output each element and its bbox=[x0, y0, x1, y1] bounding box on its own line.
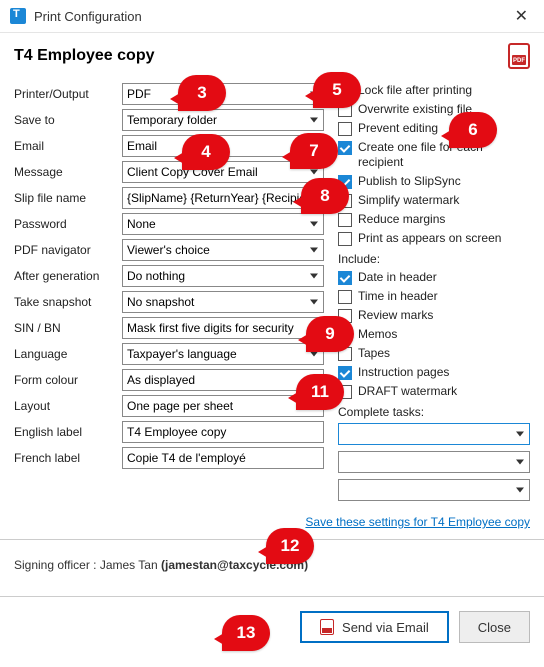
callout-6: 6 bbox=[449, 112, 497, 148]
french-label-input[interactable]: Copie T4 de l'employé bbox=[122, 447, 324, 469]
label-pdf-navigator: PDF navigator bbox=[14, 243, 122, 257]
english-label-input[interactable]: T4 Employee copy bbox=[122, 421, 324, 443]
label-one-per-recipient: Create one file for each recipient bbox=[358, 140, 530, 170]
label-email: Email bbox=[14, 139, 122, 153]
label-date-header: Date in header bbox=[358, 270, 437, 285]
label-french-label: French label bbox=[14, 451, 122, 465]
label-print-as-screen: Print as appears on screen bbox=[358, 231, 501, 246]
pdf-icon bbox=[320, 619, 334, 635]
pdf-navigator-select[interactable]: Viewer's choice bbox=[122, 239, 324, 261]
callout-12: 12 bbox=[266, 528, 314, 564]
after-generation-select[interactable]: Do nothing bbox=[122, 265, 324, 287]
save-settings-link[interactable]: Save these settings for T4 Employee copy bbox=[14, 515, 530, 529]
callout-5: 5 bbox=[313, 72, 361, 108]
window-title: Print Configuration bbox=[34, 9, 509, 24]
callout-9: 9 bbox=[306, 316, 354, 352]
label-reduce-margins: Reduce margins bbox=[358, 212, 445, 227]
label-layout: Layout bbox=[14, 399, 122, 413]
sin-bn-select[interactable]: Mask first five digits for security bbox=[122, 317, 324, 339]
label-language: Language bbox=[14, 347, 122, 361]
checkbox-one-per-recipient[interactable] bbox=[338, 141, 352, 155]
label-form-colour: Form colour bbox=[14, 373, 122, 387]
label-take-snapshot: Take snapshot bbox=[14, 295, 122, 309]
callout-13: 13 bbox=[222, 615, 270, 651]
label-message: Message bbox=[14, 165, 122, 179]
close-button[interactable]: Close bbox=[459, 611, 530, 643]
divider-2 bbox=[0, 596, 544, 597]
form-colour-select[interactable]: As displayed bbox=[122, 369, 324, 391]
label-after-generation: After generation bbox=[14, 269, 122, 283]
label-time-header: Time in header bbox=[358, 289, 438, 304]
label-draft-watermark: DRAFT watermark bbox=[358, 384, 457, 399]
label-prevent-editing: Prevent editing bbox=[358, 121, 438, 136]
checkbox-instruction-pages[interactable] bbox=[338, 366, 352, 380]
close-icon[interactable]: ✕ bbox=[509, 6, 534, 26]
label-publish-slipsync: Publish to SlipSync bbox=[358, 174, 461, 189]
send-via-email-button[interactable]: Send via Email bbox=[300, 611, 449, 643]
label-tapes: Tapes bbox=[358, 346, 390, 361]
language-select[interactable]: Taxpayer's language bbox=[122, 343, 324, 365]
checkbox-time-header[interactable] bbox=[338, 290, 352, 304]
callout-7: 7 bbox=[290, 133, 338, 169]
complete-task-select-3[interactable] bbox=[338, 479, 530, 501]
titlebar: Print Configuration ✕ bbox=[0, 0, 544, 33]
save-to-select[interactable]: Temporary folder bbox=[122, 109, 324, 131]
app-icon bbox=[10, 8, 26, 24]
page-title: T4 Employee copy bbox=[14, 47, 508, 65]
label-instruction-pages: Instruction pages bbox=[358, 365, 449, 380]
label-overwrite: Overwrite existing file bbox=[358, 102, 472, 117]
callout-3: 3 bbox=[178, 75, 226, 111]
label-lock-file: Lock file after printing bbox=[358, 83, 472, 98]
label-printer-output: Printer/Output bbox=[14, 87, 122, 101]
label-sin-bn: SIN / BN bbox=[14, 321, 122, 335]
take-snapshot-select[interactable]: No snapshot bbox=[122, 291, 324, 313]
include-title: Include: bbox=[338, 252, 530, 266]
checkbox-print-as-screen[interactable] bbox=[338, 232, 352, 246]
checkbox-reduce-margins[interactable] bbox=[338, 213, 352, 227]
label-memos: Memos bbox=[358, 327, 397, 342]
callout-4: 4 bbox=[182, 134, 230, 170]
label-review-marks: Review marks bbox=[358, 308, 433, 323]
label-password: Password bbox=[14, 217, 122, 231]
checkbox-date-header[interactable] bbox=[338, 271, 352, 285]
label-english-label: English label bbox=[14, 425, 122, 439]
password-select[interactable]: None bbox=[122, 213, 324, 235]
label-simplify-watermark: Simplify watermark bbox=[358, 193, 459, 208]
callout-11: 11 bbox=[296, 374, 344, 410]
label-slip-file-name: Slip file name bbox=[14, 191, 122, 205]
complete-tasks-title: Complete tasks: bbox=[338, 405, 530, 419]
label-save-to: Save to bbox=[14, 113, 122, 127]
checkbox-prevent-editing[interactable] bbox=[338, 122, 352, 136]
callout-8: 8 bbox=[301, 178, 349, 214]
pdf-badge-icon bbox=[508, 43, 530, 69]
complete-task-select-2[interactable] bbox=[338, 451, 530, 473]
complete-task-select-1[interactable] bbox=[338, 423, 530, 445]
